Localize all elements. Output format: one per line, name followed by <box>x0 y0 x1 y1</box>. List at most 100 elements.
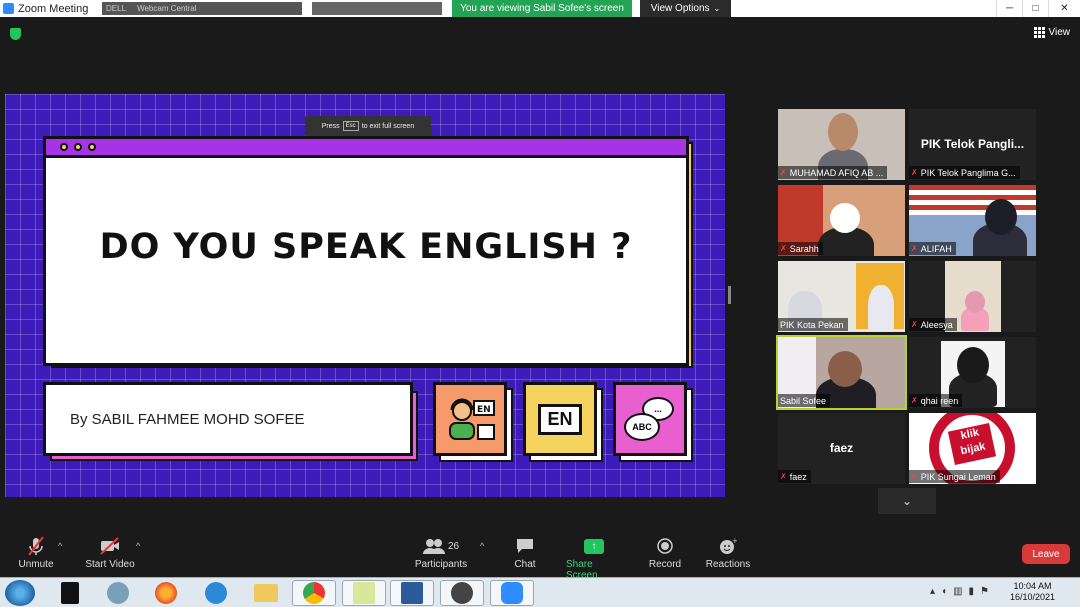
participant-tile-active-speaker[interactable]: Sabil Sofee <box>776 335 907 410</box>
chat-bubbles-card: ... ABC <box>613 382 687 456</box>
esc-tip-prefix: Press <box>321 122 340 130</box>
remote-desktop-icon[interactable] <box>390 580 434 606</box>
chrome-icon[interactable] <box>292 580 336 606</box>
mic-muted-icon: ✗ <box>780 472 787 481</box>
shield-icon[interactable] <box>10 28 21 40</box>
mic-muted-icon: ✗ <box>911 244 918 253</box>
participant-name: ✗ ALIFAH <box>909 242 956 255</box>
participant-tile[interactable]: klik bijak ✗ PIK Sungai Leman <box>909 413 1036 484</box>
participant-tile[interactable]: ✗ MUHAMAD AFIQ AB ... <box>778 109 905 180</box>
background-tab-blank <box>312 2 442 15</box>
participant-name: ✗ qhai reen <box>909 394 963 407</box>
person-head <box>828 351 862 387</box>
participant-tile[interactable]: ✗ ALIFAH <box>909 185 1036 256</box>
participant-name: ✗ MUHAMAD AFIQ AB ... <box>778 166 888 179</box>
participant-tile[interactable]: faez ✗ faez <box>778 413 905 484</box>
zoom-logo-icon <box>3 3 14 14</box>
participant-name: ✗ faez <box>778 470 811 483</box>
participant-tile[interactable]: ✗ qhai reen <box>909 337 1036 408</box>
volume-icon[interactable]: ◖ <box>941 586 947 597</box>
gallery-next-page-button[interactable]: ⌄ <box>878 488 936 514</box>
close-button[interactable]: ✕ <box>1048 0 1080 17</box>
slide-title: DO YOU SPEAK ENGLISH ? <box>99 227 633 267</box>
svg-text:+: + <box>732 537 737 545</box>
title-bar: Zoom Meeting DELL Webcam Central You are… <box>0 0 1080 17</box>
bubble-abc: ABC <box>624 413 660 441</box>
video-off-icon <box>99 536 121 556</box>
participant-name: Sabil Sofee <box>778 394 831 407</box>
viewing-banner: You are viewing Sabil Sofee's screen <box>452 0 632 17</box>
battery-icon[interactable]: ▮ <box>969 586 975 597</box>
taskbar-app-game[interactable] <box>96 580 140 606</box>
chevron-up-icon[interactable]: ▴ <box>930 586 935 597</box>
background-tabs: DELL Webcam Central <box>102 2 302 15</box>
flag-backdrop <box>909 185 1036 215</box>
mic-muted-icon <box>27 536 45 556</box>
mic-muted-icon: ✗ <box>911 320 918 329</box>
background-tab: Webcam Central <box>137 4 197 13</box>
participant-tile[interactable]: ✗ Aleesya <box>909 261 1036 332</box>
zoom-taskbar-icon[interactable] <box>490 580 534 606</box>
shared-screen: Press Esc to exit full screen DO YOU SPE… <box>5 94 725 497</box>
caret-up-icon[interactable]: ^ <box>136 541 140 551</box>
start-video-button[interactable]: Start Video <box>85 536 135 570</box>
slide-window: DO YOU SPEAK ENGLISH ? <box>43 136 689 366</box>
participant-tile[interactable]: PIK Kota Pekan <box>778 261 905 332</box>
windows-taskbar: ▴ ◖ ▥ ▮ ⚑ 10:04 AM 16/10/2021 <box>0 577 1080 607</box>
chevron-down-icon: ⌄ <box>713 4 721 13</box>
mic-muted-icon: ✗ <box>780 244 787 253</box>
participant-name: ✗ Aleesya <box>909 318 957 331</box>
participant-name: ✗ PIK Sungai Leman <box>909 470 1000 483</box>
webcam-icon[interactable] <box>440 580 484 606</box>
caret-up-icon[interactable]: ^ <box>480 541 484 551</box>
caret-up-icon[interactable]: ^ <box>58 541 62 551</box>
participant-name: ✗ Sarahh <box>778 242 823 255</box>
record-button[interactable]: Record <box>648 536 682 570</box>
view-button[interactable]: View <box>1033 27 1070 38</box>
person-head <box>830 203 860 233</box>
dot-icon <box>88 143 96 151</box>
system-tray: ▴ ◖ ▥ ▮ ⚑ <box>930 586 989 597</box>
leave-button[interactable]: Leave <box>1022 544 1070 564</box>
windows-start-button[interactable] <box>5 580 35 606</box>
taskbar-clock[interactable]: 10:04 AM 16/10/2021 <box>1010 581 1055 603</box>
taskbar-app-document[interactable] <box>48 580 92 606</box>
participant-display-name: PIK Telok Pangli... <box>920 137 1025 151</box>
chat-button[interactable]: Chat <box>512 536 538 570</box>
sticky-notes-icon[interactable] <box>342 580 386 606</box>
reactions-button[interactable]: + Reactions <box>706 536 750 570</box>
participants-count: 26 <box>447 540 460 552</box>
person-body <box>868 285 894 331</box>
dot-icon <box>60 143 68 151</box>
slide-window-bar <box>46 139 686 158</box>
maximize-button[interactable]: □ <box>1022 0 1048 17</box>
minimize-button[interactable]: ─ <box>996 0 1022 17</box>
speaker-icon: EN <box>449 398 495 440</box>
esc-tip-suffix: to exit full screen <box>361 122 415 130</box>
firefox-icon[interactable] <box>144 580 188 606</box>
file-explorer-icon[interactable] <box>244 580 288 606</box>
mic-muted-icon: ✗ <box>911 168 918 177</box>
participants-button[interactable]: 26 Participants <box>415 536 467 570</box>
svg-text:EN: EN <box>477 405 491 415</box>
grid-icon <box>1033 27 1045 38</box>
record-label: Record <box>648 559 682 570</box>
en-label: EN <box>538 403 582 435</box>
dot-icon <box>74 143 82 151</box>
share-screen-button[interactable]: ↑ Share Screen <box>566 536 622 581</box>
chat-label: Chat <box>514 559 536 570</box>
speech-bubbles-icon: ... ABC <box>622 395 678 443</box>
start-video-label: Start Video <box>85 559 135 570</box>
internet-explorer-icon[interactable] <box>194 580 238 606</box>
participant-tile[interactable]: PIK Telok Pangli... ✗ PIK Telok Panglima … <box>909 109 1036 180</box>
flag-icon[interactable]: ⚑ <box>980 586 989 597</box>
participants-icon: 26 <box>422 536 460 556</box>
split-divider[interactable] <box>728 286 731 304</box>
participant-tile[interactable]: ✗ Sarahh <box>778 185 905 256</box>
speaker-card: EN <box>433 382 507 456</box>
network-icon[interactable]: ▥ <box>953 586 962 597</box>
view-options-button[interactable]: View Options ⌄ <box>640 0 731 17</box>
unmute-button[interactable]: Unmute <box>18 536 54 570</box>
person-head <box>828 113 858 151</box>
esc-key: Esc <box>342 121 359 131</box>
